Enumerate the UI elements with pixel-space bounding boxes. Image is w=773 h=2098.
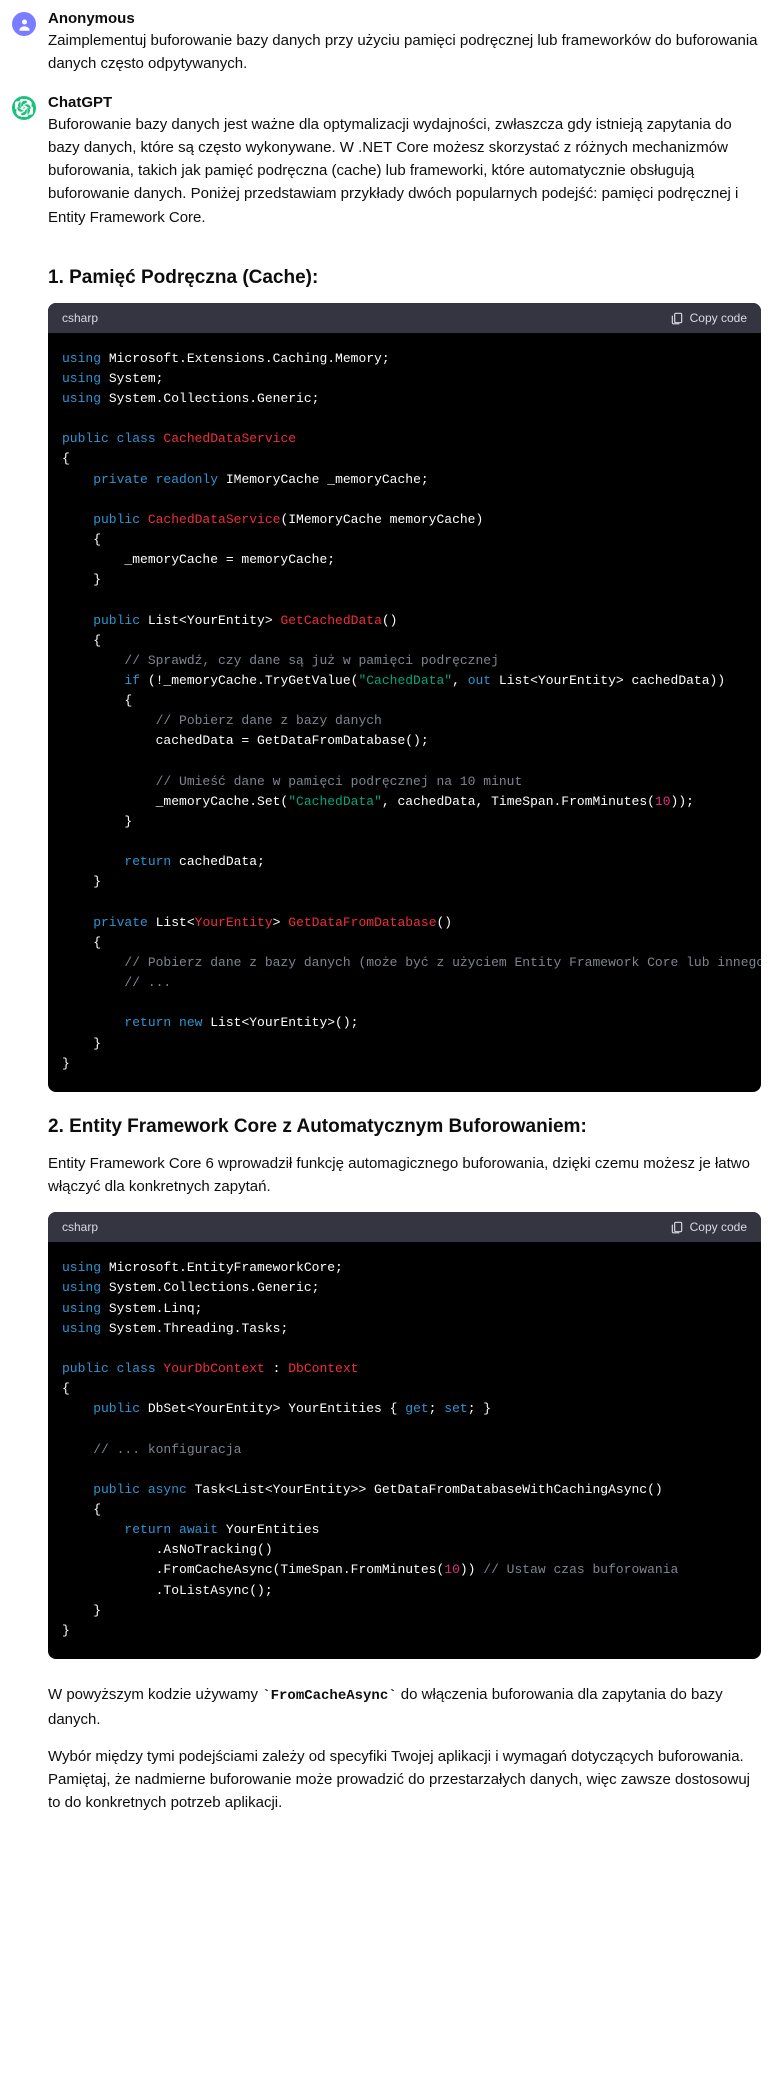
user-text: Zaimplementuj buforowanie bazy danych pr…	[48, 29, 761, 76]
code-content-1: using Microsoft.Extensions.Caching.Memor…	[48, 333, 761, 1092]
user-avatar-icon	[12, 12, 36, 36]
copy-label: Copy code	[690, 1220, 747, 1234]
user-author: Anonymous	[48, 10, 761, 27]
user-message: Anonymous Zaimplementuj buforowanie bazy…	[0, 8, 773, 92]
copy-label: Copy code	[690, 311, 747, 325]
bot-author: ChatGPT	[48, 94, 761, 111]
code-header: csharp Copy code	[48, 1212, 761, 1242]
code-block-1: csharp Copy code using Microsoft.Extensi…	[48, 303, 761, 1092]
bot-message: ChatGPT Buforowanie bazy danych jest waż…	[0, 92, 773, 253]
bot-intro: Buforowanie bazy danych jest ważne dla o…	[48, 113, 761, 229]
code-block-2: csharp Copy code using Microsoft.EntityF…	[48, 1212, 761, 1659]
inline-code: `FromCacheAsync`	[262, 1688, 396, 1704]
copy-code-button[interactable]: Copy code	[670, 1220, 747, 1234]
section-2-title: 2. Entity Framework Core z Automatycznym…	[48, 1116, 761, 1138]
outro-para-2: Wybór między tymi podejściami zależy od …	[48, 1745, 761, 1815]
section-1-title: 1. Pamięć Podręczna (Cache):	[48, 267, 761, 289]
outro-para-1: W powyższym kodzie używamy `FromCacheAsy…	[48, 1683, 761, 1731]
clipboard-icon	[670, 1220, 684, 1234]
code-lang-label: csharp	[62, 311, 98, 325]
copy-code-button[interactable]: Copy code	[670, 311, 747, 325]
section-2-intro: Entity Framework Core 6 wprowadził funkc…	[48, 1152, 761, 1199]
code-lang-label: csharp	[62, 1220, 98, 1234]
code-content-2: using Microsoft.EntityFrameworkCore; usi…	[48, 1242, 761, 1659]
clipboard-icon	[670, 311, 684, 325]
code-header: csharp Copy code	[48, 303, 761, 333]
bot-avatar-icon	[12, 96, 36, 120]
